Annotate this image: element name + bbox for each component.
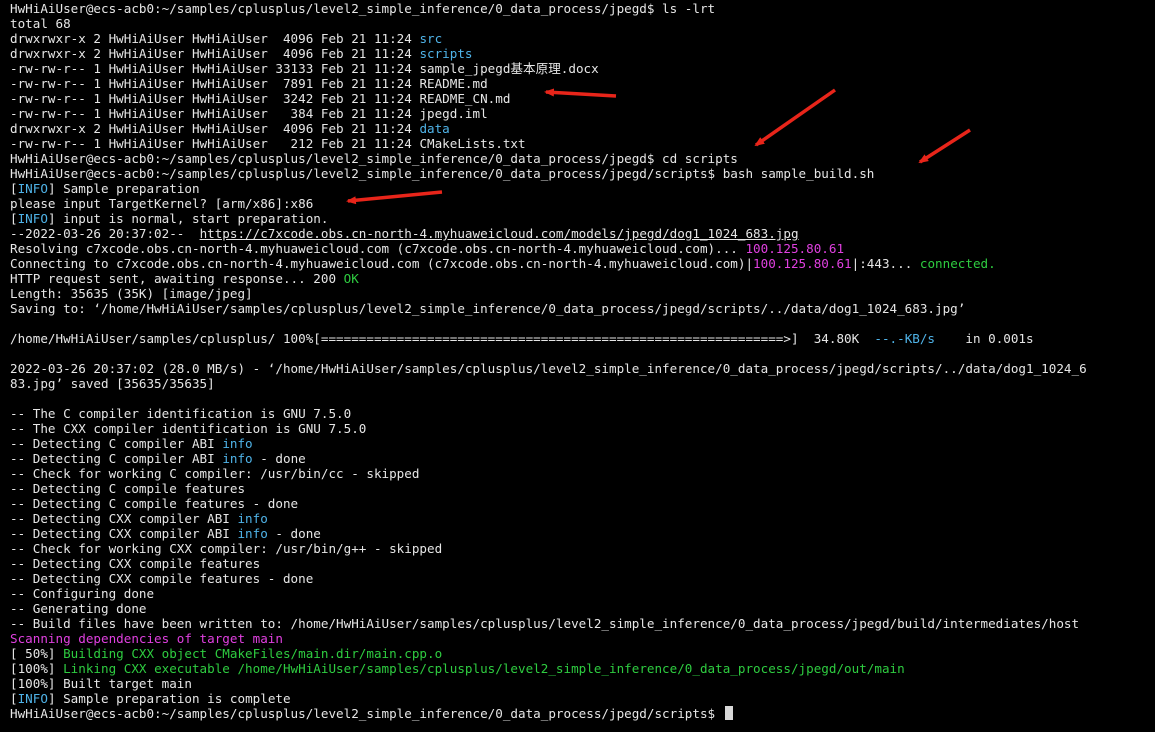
info-keyword: info <box>222 436 253 451</box>
cmake-log-line: -- The CXX compiler identification is GN… <box>10 421 367 436</box>
ls-entry: -rw-rw-r-- 1 HwHiAiUser HwHiAiUser 212 F… <box>10 136 526 151</box>
saved-line-2: 83.jpg’ saved [35635/35635] <box>10 376 215 391</box>
cmake-output: -- The C compiler identification is GNU … <box>10 406 1155 631</box>
cmake-log-line: -- Configuring done <box>10 586 155 601</box>
terminal-window[interactable]: HwHiAiUser@ecs-acb0:~/samples/cplusplus/… <box>0 0 1155 732</box>
prompt-ls: HwHiAiUser@ecs-acb0:~/samples/cplusplus/… <box>10 1 716 16</box>
cmake-log-line: -- Check for working C compiler: /usr/bi… <box>10 466 420 481</box>
scanning-dependencies-line: Scanning dependencies of target main <box>10 631 283 646</box>
cmake-log-line: -- The C compiler identification is GNU … <box>10 406 352 421</box>
saved-line-1: 2022-03-26 20:37:02 (28.0 MB/s) - ‘/home… <box>10 361 1087 376</box>
cmake-log-line: -- Detecting C compiler ABI info <box>10 436 253 451</box>
http-response-line: HTTP request sent, awaiting response... … <box>10 271 359 286</box>
info-tag: INFO <box>17 211 48 226</box>
prompt-cd: HwHiAiUser@ecs-acb0:~/samples/cplusplus/… <box>10 151 738 166</box>
cmake-log-line: -- Detecting CXX compile features <box>10 556 261 571</box>
cmake-log-line: -- Detecting CXX compiler ABI info - don… <box>10 526 321 541</box>
ls-entry: drwxrwxr-x 2 HwHiAiUser HwHiAiUser 4096 … <box>10 121 450 136</box>
ls-entry: -rw-rw-r-- 1 HwHiAiUser HwHiAiUser 7891 … <box>10 76 488 91</box>
built-target-line: [100%] Built target main <box>10 676 192 691</box>
file-name: jpegd.iml <box>419 106 488 121</box>
info-keyword: info <box>237 526 268 541</box>
cmake-log-line: -- Detecting CXX compiler ABI info <box>10 511 268 526</box>
ls-total: total 68 <box>10 16 71 31</box>
ls-entry: -rw-rw-r-- 1 HwHiAiUser HwHiAiUser 33133… <box>10 61 599 76</box>
info-keyword: info <box>222 451 253 466</box>
file-name: CMakeLists.txt <box>419 136 526 151</box>
prompt-build: HwHiAiUser@ecs-acb0:~/samples/cplusplus/… <box>10 166 875 181</box>
ls-entry: drwxrwxr-x 2 HwHiAiUser HwHiAiUser 4096 … <box>10 31 443 46</box>
target-kernel-prompt: please input TargetKernel? [arm/x86]:x86 <box>10 196 314 211</box>
cmake-log-line: -- Check for working CXX compiler: /usr/… <box>10 541 443 556</box>
ip-address: 100.125.80.61 <box>745 241 845 256</box>
ls-entry: drwxrwxr-x 2 HwHiAiUser HwHiAiUser 4096 … <box>10 46 473 61</box>
cmake-log-line: -- Detecting C compile features <box>10 481 246 496</box>
build-50-line: [ 50%] Building CXX object CMakeFiles/ma… <box>10 646 443 661</box>
file-name: sample_jpegd基本原理.docx <box>419 61 599 76</box>
final-prompt[interactable]: HwHiAiUser@ecs-acb0:~/samples/cplusplus/… <box>10 706 1155 721</box>
directory-name: src <box>419 31 443 46</box>
cmake-log-line: -- Detecting CXX compile features - done <box>10 571 314 586</box>
ls-entry: -rw-rw-r-- 1 HwHiAiUser HwHiAiUser 3242 … <box>10 91 511 106</box>
cmake-log-line: -- Generating done <box>10 601 147 616</box>
info-input-normal: [INFO] input is normal, start preparatio… <box>10 211 329 226</box>
wget-line: --2022-03-26 20:37:02-- https://c7xcode.… <box>10 226 799 241</box>
directory-name: scripts <box>419 46 473 61</box>
cmake-log-line: -- Build files have been written to: /ho… <box>10 616 1080 631</box>
ip-address: 100.125.80.61 <box>753 256 852 271</box>
ls-listing: drwxrwxr-x 2 HwHiAiUser HwHiAiUser 4096 … <box>10 31 1155 151</box>
connecting-line: Connecting to c7xcode.obs.cn-north-4.myh… <box>10 256 996 271</box>
text-cursor <box>724 706 733 720</box>
saving-line: Saving to: ‘/home/HwHiAiUser/samples/cpl… <box>10 301 966 316</box>
file-name: README.md <box>419 76 488 91</box>
ls-entry: -rw-rw-r-- 1 HwHiAiUser HwHiAiUser 384 F… <box>10 106 488 121</box>
info-tag: INFO <box>17 181 48 196</box>
info-keyword: info <box>237 511 268 526</box>
download-url-link[interactable]: https://c7xcode.obs.cn-north-4.myhuaweic… <box>200 226 799 241</box>
download-speed: --.-KB/s <box>874 331 936 346</box>
http-ok-status: OK <box>343 271 359 286</box>
file-name: README_CN.md <box>419 91 511 106</box>
download-progress-line: /home/HwHiAiUser/samples/cplusplus/ 100%… <box>10 331 1034 346</box>
info-sample-preparation: [INFO] Sample preparation <box>10 181 200 196</box>
length-line: Length: 35635 (35K) [image/jpeg] <box>10 286 253 301</box>
cmake-log-line: -- Detecting C compile features - done <box>10 496 299 511</box>
connected-status: connected. <box>919 256 996 271</box>
directory-name: data <box>419 121 450 136</box>
linking-line: [100%] Linking CXX executable /home/HwHi… <box>10 661 905 676</box>
info-tag: INFO <box>17 691 48 706</box>
resolving-line: Resolving c7xcode.obs.cn-north-4.myhuawe… <box>10 241 845 256</box>
info-complete: [INFO] Sample preparation is complete <box>10 691 291 706</box>
cmake-log-line: -- Detecting C compiler ABI info - done <box>10 451 306 466</box>
